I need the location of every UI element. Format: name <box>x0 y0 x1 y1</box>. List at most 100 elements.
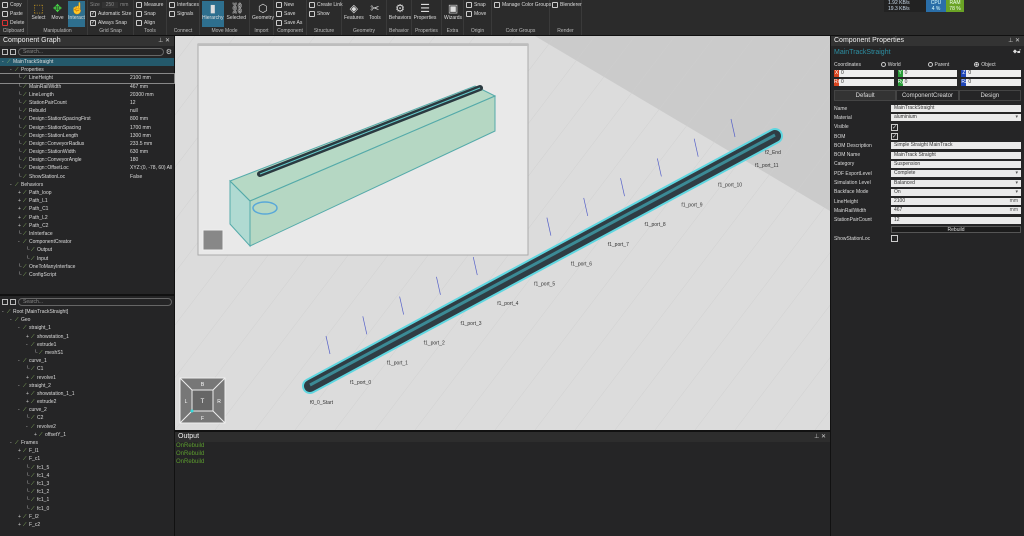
tree-node-extrude1[interactable]: - ⟋ extrude1 <box>0 341 174 349</box>
name-input[interactable]: MainTrackStraight <box>891 105 1021 113</box>
tab-default[interactable]: Default <box>834 90 897 100</box>
tree-node-meshs1[interactable]: └ ⟋ meshS1 <box>0 349 174 357</box>
tree-node-geo[interactable]: - ⟋ Geo <box>0 316 174 324</box>
lineheight-input[interactable]: 2100 mm <box>891 198 1021 206</box>
field-value[interactable]: 0 <box>903 79 908 86</box>
select-button[interactable]: ⬚ Select <box>30 1 47 27</box>
tree-node-design-offsetloc[interactable]: └ ⟋ Design::OffsetLoc XYZ:(0, -78, 60) All <box>0 164 174 172</box>
field-y[interactable]: Y0 <box>897 70 958 77</box>
rebuild-button[interactable]: Rebuild <box>891 226 1021 233</box>
view-navigation-cube[interactable]: B L T R F <box>179 377 226 424</box>
tree-node-path-c1[interactable]: + ⟋ Path_C1 <box>0 205 174 213</box>
tree-node-path-l1[interactable]: + ⟋ Path_L1 <box>0 197 174 205</box>
tree-node-componentcreator[interactable]: - ⟋ ComponentCreator <box>0 238 174 246</box>
field-value[interactable]: 0 <box>839 79 844 86</box>
tree-node-behaviors[interactable]: - ⟋ Behaviors <box>0 181 174 189</box>
tree-node-fc1-0[interactable]: └ ⟋ fc1_0 <box>0 505 174 513</box>
behaviors-button[interactable]: ⚙ Behaviors <box>389 1 411 27</box>
tree-node-fc1-4[interactable]: └ ⟋ fc1_4 <box>0 472 174 480</box>
tree-node-design-stationwidth[interactable]: └ ⟋ Design::StationWidth 630 mm <box>0 148 174 156</box>
grid-size-field[interactable]: Size 250 mm <box>90 1 131 9</box>
copy-button[interactable]: Copy <box>2 1 24 9</box>
tree-node-design-stationspacingfirst[interactable]: └ ⟋ Design::StationSpacingFirst 800 mm <box>0 115 174 123</box>
interfaces-button[interactable]: Interfaces <box>169 1 199 9</box>
backface-mode-dropdown[interactable]: On ▾ <box>891 188 1021 196</box>
material-dropdown[interactable]: aluminium ▾ <box>891 114 1021 122</box>
tree-node-input[interactable]: └ ⟋ Input <box>0 255 174 263</box>
3d-viewport[interactable]: f1_port_0 f1_port_1 f1_port_2 f1_port_3 f1_p… <box>175 36 830 430</box>
wizards-button[interactable]: ▣ Wizards <box>444 1 462 27</box>
tree-node-properties[interactable]: - ⟋ Properties <box>0 66 174 74</box>
checkbox-visible[interactable]: ✓ <box>891 123 898 131</box>
nav-right[interactable]: R <box>217 399 221 405</box>
expand-all-icon[interactable] <box>2 49 8 55</box>
field-ry[interactable]: Ry 0 <box>897 79 958 86</box>
simulation-level-dropdown[interactable]: Balanced ▾ <box>891 179 1021 187</box>
show-button[interactable]: Show <box>309 10 343 18</box>
delete-button[interactable]: Delete <box>2 19 24 27</box>
field-rx[interactable]: Rx 0 <box>834 79 894 86</box>
tab-componentcreator[interactable]: ComponentCreator <box>896 90 959 100</box>
field-rz[interactable]: Rz 0 <box>961 79 1022 86</box>
tree-node-frames[interactable]: - ⟋ Frames <box>0 439 174 447</box>
tree-node-c2[interactable]: └ ⟋ C2 <box>0 414 174 422</box>
tree-node-configscript[interactable]: └ ⟋ ConfigScript <box>0 271 174 279</box>
tree-node-showstationloc[interactable]: └ ⟋ ShowStationLoc False <box>0 173 174 181</box>
manage-color-groups-button[interactable]: Manage Color Groups <box>494 1 551 9</box>
tree-node-design-conveyorangle[interactable]: └ ⟋ Design::ConveyorAngle 180 <box>0 156 174 164</box>
pin-close-icons[interactable]: ⊥ ✕ <box>1008 36 1024 46</box>
nav-front[interactable]: F <box>201 416 204 422</box>
tree-node-maintrackstraight[interactable]: - ⟋ MainTrackStraight <box>0 58 174 67</box>
tree-node-f-l2[interactable]: + ⟋ F_l2 <box>0 513 174 521</box>
collapse-all-icon[interactable] <box>10 49 16 55</box>
size-value[interactable]: 250 <box>101 2 119 8</box>
scene[interactable]: f1_port_0 f1_port_1 f1_port_2 f1_port_3 f1_p… <box>175 36 830 430</box>
tree-node-curve-1[interactable]: - ⟋ curve_1 <box>0 357 174 365</box>
component-search-input[interactable]: Search... <box>18 48 164 56</box>
move-button[interactable]: ✥ Move <box>49 1 66 27</box>
snap-button[interactable]: Snap <box>136 10 163 18</box>
tree-node-offsety-1[interactable]: + ⟋ offsetY_1 <box>0 431 174 439</box>
tree-node-curve-2[interactable]: - ⟋ curve_2 <box>0 406 174 414</box>
tab-design[interactable]: Design <box>958 90 1021 100</box>
pdf-exportlevel-dropdown[interactable]: Complete ▾ <box>891 170 1021 178</box>
geometry-button[interactable]: ⬡ Geometry <box>252 1 274 27</box>
tree-node-onetomanyinterface[interactable]: └ ⟋ OneToManyInterface <box>0 263 174 271</box>
tree-node-design-conveyorradius[interactable]: └ ⟋ Design::ConveyorRadius 233.5 mm <box>0 140 174 148</box>
radio-button[interactable] <box>880 62 886 68</box>
measure-button[interactable]: Measure <box>136 1 163 9</box>
collapse-all-icon[interactable] <box>10 299 16 305</box>
tree-node-revolve2[interactable]: - ⟋ revolve2 <box>0 423 174 431</box>
tree-node-path-l2[interactable]: + ⟋ Path_L2 <box>0 214 174 222</box>
field-value[interactable]: 0 <box>966 79 971 86</box>
tree-node-output[interactable]: └ ⟋ Output <box>0 246 174 254</box>
save-as-button[interactable]: Save As <box>276 19 302 27</box>
lock-icon[interactable]: ⬥🔓︎ <box>1013 49 1021 57</box>
node-search-input[interactable]: Search... <box>18 298 172 306</box>
tree-node-straight-1[interactable]: - ⟋ straight_1 <box>0 324 174 332</box>
coord-mode-parent[interactable]: Parent <box>927 62 975 68</box>
tree-node-mainrailwidth[interactable]: └ ⟋ MainRailWidth 467 mm <box>0 83 174 91</box>
field-value[interactable]: 0 <box>903 70 908 77</box>
tree-node-path-loop[interactable]: + ⟋ Path_loop <box>0 189 174 197</box>
nav-top[interactable]: T <box>201 399 205 405</box>
tree-node-f-c2[interactable]: + ⟋ F_c2 <box>0 521 174 529</box>
tree-node-fc1-1[interactable]: └ ⟋ fc1_1 <box>0 496 174 504</box>
category-input[interactable]: Suspension <box>891 160 1021 168</box>
hierarchy-button[interactable]: ▮ Hierarchy <box>202 1 224 27</box>
move-button[interactable]: Move <box>466 10 486 18</box>
snap-button[interactable]: Snap <box>466 1 486 9</box>
signals-button[interactable]: Signals <box>169 10 199 18</box>
settings-gear-icon[interactable]: ⚙ <box>166 48 172 56</box>
tree-node-fc1-2[interactable]: └ ⟋ fc1_2 <box>0 488 174 496</box>
coord-mode-object[interactable]: Object <box>974 62 1021 68</box>
pin-close-icons[interactable]: ⊥ ✕ <box>814 432 830 442</box>
tree-node-linelength[interactable]: └ ⟋ LineLength 20300 mm <box>0 91 174 99</box>
pin-close-icons[interactable]: ⊥ ✕ <box>158 36 174 46</box>
tree-node-design-stationspacing[interactable]: └ ⟋ Design::StationSpacing 1700 mm <box>0 124 174 132</box>
checkbox-showstationloc[interactable] <box>891 235 898 243</box>
tools-button[interactable]: ✂ Tools <box>366 1 384 27</box>
tree-node-f-l1[interactable]: + ⟋ F_l1 <box>0 447 174 455</box>
tree-node-fc1-3[interactable]: └ ⟋ fc1_3 <box>0 480 174 488</box>
nav-left[interactable]: L <box>185 399 188 405</box>
